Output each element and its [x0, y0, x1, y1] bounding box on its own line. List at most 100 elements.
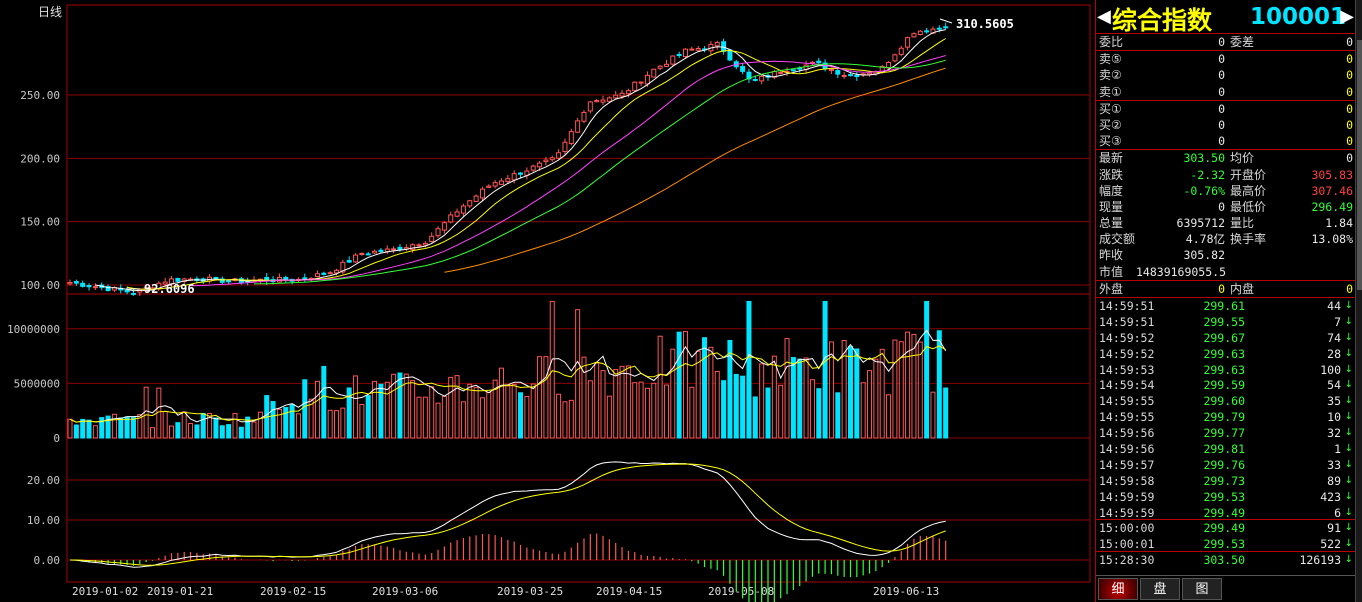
- volume-bar: [733, 373, 739, 439]
- down-arrow-icon: ↓: [1344, 474, 1353, 486]
- index-code: 100001: [1250, 4, 1347, 30]
- macd-tick-label: 20.00: [27, 474, 60, 487]
- stat-label: 总量: [1099, 216, 1124, 231]
- stat-label: 现量: [1099, 199, 1124, 214]
- buy-level-volume: 0: [1346, 101, 1353, 116]
- down-arrow-icon: ↓: [1344, 458, 1353, 470]
- volume-bar: [530, 383, 536, 439]
- stat-value-2: 307.46: [1311, 183, 1353, 198]
- candle-body: [892, 54, 898, 62]
- tick-row: 14:59:58 299.73 89 ↓: [1096, 473, 1355, 489]
- volume-bar: [752, 396, 758, 439]
- volume-bar: [289, 403, 295, 439]
- tick-volume: 126193: [1299, 553, 1341, 568]
- volume-bar: [257, 411, 263, 439]
- volume-bar: [219, 425, 225, 439]
- down-arrow-icon: ↓: [1344, 363, 1353, 375]
- volume-bar: [454, 375, 460, 439]
- volume-bar: [467, 383, 473, 439]
- date-tick-label: 2019-03-25: [497, 585, 563, 598]
- volume-bar: [435, 402, 441, 439]
- ma20-line: [190, 55, 946, 287]
- tick-volume: 10: [1327, 410, 1341, 425]
- volume-bar: [169, 425, 175, 439]
- candle-body: [581, 111, 587, 122]
- candle-body: [454, 211, 460, 217]
- candle-body: [334, 269, 340, 274]
- stat-row: 总量 6395712 量比 1.84: [1096, 215, 1355, 231]
- prev-close-label: 昨收: [1099, 248, 1124, 263]
- outer-value: 0: [1218, 281, 1225, 296]
- candle-body: [441, 222, 447, 231]
- volume-bar: [92, 425, 98, 439]
- market-cap-label: 市值: [1099, 264, 1124, 279]
- tab-detail[interactable]: 细: [1098, 578, 1138, 600]
- tick-time: 14:59:58: [1099, 473, 1155, 488]
- tick-time: 14:59:59: [1099, 505, 1155, 520]
- volume-bar: [892, 339, 898, 439]
- tick-time: 14:59:54: [1099, 378, 1155, 393]
- down-arrow-icon: ↓: [1344, 490, 1353, 502]
- stat-label: 涨跌: [1099, 167, 1124, 182]
- tab-chart[interactable]: 图: [1182, 578, 1222, 600]
- stat-row: 现量 0 最低价 296.49: [1096, 199, 1355, 215]
- down-arrow-icon: ↓: [1344, 443, 1353, 455]
- tab-order-book[interactable]: 盘: [1140, 578, 1180, 600]
- volume-bar: [543, 356, 549, 439]
- volume-bar: [321, 365, 327, 439]
- candle-body: [676, 54, 682, 57]
- panel-scrollbar[interactable]: [1355, 0, 1362, 602]
- candle-body: [663, 63, 669, 67]
- stat-value: 303.50: [1183, 151, 1225, 166]
- volume-bar: [276, 408, 282, 439]
- volume-bar: [549, 300, 555, 439]
- scrollbar-thumb[interactable]: [1357, 40, 1362, 290]
- sell-level-volume: 0: [1346, 52, 1353, 67]
- stat-value: -0.76%: [1183, 183, 1225, 198]
- tick-time: 15:00:01: [1099, 537, 1155, 552]
- candle-body: [727, 49, 733, 61]
- tick-row: 14:59:51 299.61 44 ↓: [1096, 298, 1355, 314]
- period-label: 日线: [38, 5, 62, 19]
- candle-body: [594, 100, 600, 103]
- tick-price: 299.53: [1203, 489, 1245, 504]
- volume-bar: [200, 413, 206, 439]
- candle-body: [854, 74, 860, 78]
- candle-body: [657, 65, 663, 69]
- volume-bar: [778, 384, 784, 439]
- tick-volume: 54: [1327, 378, 1341, 393]
- buy-level-label: 买②: [1099, 117, 1122, 132]
- tick-time: 14:59:51: [1099, 314, 1155, 329]
- next-stock-arrow-icon[interactable]: ▶: [1340, 6, 1354, 27]
- tick-list[interactable]: 14:59:51 299.61 44 ↓ 14:59:51 299.55 7 ↓ 14:59:5…: [1096, 298, 1355, 568]
- candle-body: [416, 244, 422, 247]
- date-tick-label: 2019-05-08: [708, 585, 774, 598]
- volume-bar: [644, 387, 650, 439]
- high-pointer: [939, 18, 953, 24]
- prev-stock-arrow-icon[interactable]: ◀: [1097, 6, 1111, 27]
- volume-bar: [657, 335, 663, 439]
- tick-row: 14:59:55 299.79 10 ↓: [1096, 409, 1355, 425]
- down-arrow-icon: ↓: [1344, 379, 1353, 391]
- kline-chart-svg[interactable]: 250.00 200.00 150.00 100.00 日线 10000000 500000…: [0, 0, 1093, 602]
- volume-bar: [353, 375, 359, 439]
- volume-bar: [422, 396, 428, 439]
- kline-chart-area[interactable]: 250.00 200.00 150.00 100.00 日线 10000000 500000…: [0, 0, 1093, 602]
- volume-bar: [429, 386, 435, 439]
- sell-level-row: 卖① 0 0: [1096, 84, 1355, 100]
- volume-bar: [314, 380, 320, 439]
- sell-level-price: 0: [1218, 68, 1225, 83]
- stat-label-2: 均价: [1230, 151, 1255, 166]
- candle-body: [905, 37, 911, 48]
- candle-body: [689, 48, 695, 51]
- sell-level-price: 0: [1218, 52, 1225, 67]
- candle-body: [556, 152, 562, 159]
- tick-row: 14:59:52 299.63 28 ↓: [1096, 346, 1355, 362]
- down-arrow-icon: ↓: [1344, 347, 1353, 359]
- candle-body: [543, 159, 549, 163]
- tick-row: 14:59:57 299.76 33 ↓: [1096, 457, 1355, 473]
- buy-orders-section: 买① 0 0 买② 0 0 买③ 0 0: [1096, 101, 1355, 151]
- tick-price: 303.50: [1203, 553, 1245, 568]
- tick-volume: 89: [1327, 473, 1341, 488]
- buy-level-price: 0: [1218, 134, 1225, 149]
